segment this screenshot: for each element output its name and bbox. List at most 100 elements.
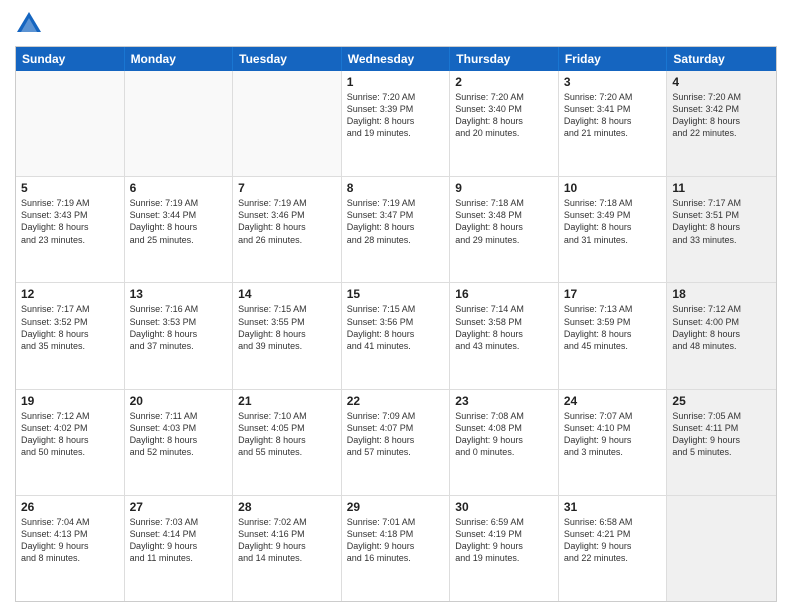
calendar-cell-3-4: 23Sunrise: 7:08 AM Sunset: 4:08 PM Dayli… bbox=[450, 390, 559, 495]
day-number: 18 bbox=[672, 287, 771, 301]
day-number: 10 bbox=[564, 181, 662, 195]
cell-info: Sunrise: 7:04 AM Sunset: 4:13 PM Dayligh… bbox=[21, 516, 119, 565]
cell-info: Sunrise: 7:19 AM Sunset: 3:44 PM Dayligh… bbox=[130, 197, 228, 246]
cell-info: Sunrise: 7:20 AM Sunset: 3:41 PM Dayligh… bbox=[564, 91, 662, 140]
cell-info: Sunrise: 7:20 AM Sunset: 3:42 PM Dayligh… bbox=[672, 91, 771, 140]
day-number: 12 bbox=[21, 287, 119, 301]
day-number: 26 bbox=[21, 500, 119, 514]
calendar-cell-3-3: 22Sunrise: 7:09 AM Sunset: 4:07 PM Dayli… bbox=[342, 390, 451, 495]
calendar-cell-0-6: 4Sunrise: 7:20 AM Sunset: 3:42 PM Daylig… bbox=[667, 71, 776, 176]
calendar-row-3: 19 Sunrise: 7:12 AM Sunset: 4:02 PM Dayli… bbox=[16, 390, 776, 496]
day-number: 5 bbox=[21, 181, 119, 195]
day-number: 28 bbox=[238, 500, 336, 514]
cell-info: Sunrise: 7:12 AM Sunset: 4:00 PM Dayligh… bbox=[672, 303, 771, 352]
day-number: 17 bbox=[564, 287, 662, 301]
header-wednesday: Wednesday bbox=[342, 47, 451, 71]
cell-info: Sunrise: 7:17 AM Sunset: 3:52 PM Dayligh… bbox=[21, 303, 119, 352]
cell-info: Sunrise: 7:10 AM Sunset: 4:05 PM Dayligh… bbox=[238, 410, 336, 459]
calendar-cell-4-2: 28 Sunrise: 7:02 AM Sunset: 4:16 PM Dayli… bbox=[233, 496, 342, 601]
calendar-cell-4-1: 27Sunrise: 7:03 AM Sunset: 4:14 PM Dayli… bbox=[125, 496, 234, 601]
calendar-cell-0-3: 1 Sunrise: 7:20 AM Sunset: 3:39 PM Daylig… bbox=[342, 71, 451, 176]
day-number: 22 bbox=[347, 394, 445, 408]
calendar-row-0: 1 Sunrise: 7:20 AM Sunset: 3:39 PM Daylig… bbox=[16, 71, 776, 177]
header-sunday: Sunday bbox=[16, 47, 125, 71]
cell-info: Sunrise: 7:14 AM Sunset: 3:58 PM Dayligh… bbox=[455, 303, 553, 352]
header-saturday: Saturday bbox=[667, 47, 776, 71]
calendar-cell-1-6: 11 Sunrise: 7:17 AM Sunset: 3:51 PM Dayli… bbox=[667, 177, 776, 282]
calendar-cell-1-3: 8Sunrise: 7:19 AM Sunset: 3:47 PM Daylig… bbox=[342, 177, 451, 282]
day-number: 7 bbox=[238, 181, 336, 195]
cell-info: Sunrise: 7:12 AM Sunset: 4:02 PM Dayligh… bbox=[21, 410, 119, 459]
cell-info: Sunrise: 7:15 AM Sunset: 3:56 PM Dayligh… bbox=[347, 303, 445, 352]
calendar-cell-4-3: 29Sunrise: 7:01 AM Sunset: 4:18 PM Dayli… bbox=[342, 496, 451, 601]
day-number: 19 bbox=[21, 394, 119, 408]
day-number: 15 bbox=[347, 287, 445, 301]
cell-info: Sunrise: 7:17 AM Sunset: 3:51 PM Dayligh… bbox=[672, 197, 771, 246]
cell-info: Sunrise: 7:07 AM Sunset: 4:10 PM Dayligh… bbox=[564, 410, 662, 459]
calendar-cell-2-6: 18 Sunrise: 7:12 AM Sunset: 4:00 PM Dayli… bbox=[667, 283, 776, 388]
cell-info: Sunrise: 6:59 AM Sunset: 4:19 PM Dayligh… bbox=[455, 516, 553, 565]
calendar-cell-2-2: 14 Sunrise: 7:15 AM Sunset: 3:55 PM Dayli… bbox=[233, 283, 342, 388]
day-number: 25 bbox=[672, 394, 771, 408]
day-number: 1 bbox=[347, 75, 445, 89]
calendar-cell-1-4: 9Sunrise: 7:18 AM Sunset: 3:48 PM Daylig… bbox=[450, 177, 559, 282]
page-header bbox=[15, 10, 777, 38]
day-number: 20 bbox=[130, 394, 228, 408]
calendar-cell-4-0: 26 Sunrise: 7:04 AM Sunset: 4:13 PM Dayli… bbox=[16, 496, 125, 601]
cell-info: Sunrise: 7:05 AM Sunset: 4:11 PM Dayligh… bbox=[672, 410, 771, 459]
calendar-cell-3-6: 25 Sunrise: 7:05 AM Sunset: 4:11 PM Dayli… bbox=[667, 390, 776, 495]
calendar-row-4: 26 Sunrise: 7:04 AM Sunset: 4:13 PM Dayli… bbox=[16, 496, 776, 601]
calendar-cell-0-4: 2 Sunrise: 7:20 AM Sunset: 3:40 PM Daylig… bbox=[450, 71, 559, 176]
day-number: 23 bbox=[455, 394, 553, 408]
calendar-cell-3-5: 24 Sunrise: 7:07 AM Sunset: 4:10 PM Dayli… bbox=[559, 390, 668, 495]
calendar-cell-2-5: 17 Sunrise: 7:13 AM Sunset: 3:59 PM Dayli… bbox=[559, 283, 668, 388]
logo bbox=[15, 10, 45, 38]
calendar-row-1: 5 Sunrise: 7:19 AM Sunset: 3:43 PM Daylig… bbox=[16, 177, 776, 283]
day-number: 29 bbox=[347, 500, 445, 514]
cell-info: Sunrise: 7:13 AM Sunset: 3:59 PM Dayligh… bbox=[564, 303, 662, 352]
day-number: 30 bbox=[455, 500, 553, 514]
calendar-cell-3-0: 19 Sunrise: 7:12 AM Sunset: 4:02 PM Dayli… bbox=[16, 390, 125, 495]
header-thursday: Thursday bbox=[450, 47, 559, 71]
calendar-cell-2-3: 15 Sunrise: 7:15 AM Sunset: 3:56 PM Dayli… bbox=[342, 283, 451, 388]
calendar-cell-1-5: 10 Sunrise: 7:18 AM Sunset: 3:49 PM Dayli… bbox=[559, 177, 668, 282]
calendar-header: SundayMondayTuesdayWednesdayThursdayFrid… bbox=[16, 47, 776, 71]
cell-info: Sunrise: 7:20 AM Sunset: 3:39 PM Dayligh… bbox=[347, 91, 445, 140]
day-number: 24 bbox=[564, 394, 662, 408]
day-number: 31 bbox=[564, 500, 662, 514]
calendar-cell-4-5: 31 Sunrise: 6:58 AM Sunset: 4:21 PM Dayli… bbox=[559, 496, 668, 601]
calendar-cell-2-1: 13 Sunrise: 7:16 AM Sunset: 3:53 PM Dayli… bbox=[125, 283, 234, 388]
calendar-row-2: 12 Sunrise: 7:17 AM Sunset: 3:52 PM Dayli… bbox=[16, 283, 776, 389]
cell-info: Sunrise: 6:58 AM Sunset: 4:21 PM Dayligh… bbox=[564, 516, 662, 565]
calendar-cell-1-1: 6 Sunrise: 7:19 AM Sunset: 3:44 PM Daylig… bbox=[125, 177, 234, 282]
calendar: SundayMondayTuesdayWednesdayThursdayFrid… bbox=[15, 46, 777, 602]
day-number: 6 bbox=[130, 181, 228, 195]
calendar-cell-0-1 bbox=[125, 71, 234, 176]
calendar-cell-2-0: 12 Sunrise: 7:17 AM Sunset: 3:52 PM Dayli… bbox=[16, 283, 125, 388]
day-number: 14 bbox=[238, 287, 336, 301]
calendar-cell-1-0: 5 Sunrise: 7:19 AM Sunset: 3:43 PM Daylig… bbox=[16, 177, 125, 282]
cell-info: Sunrise: 7:11 AM Sunset: 4:03 PM Dayligh… bbox=[130, 410, 228, 459]
day-number: 13 bbox=[130, 287, 228, 301]
day-number: 9 bbox=[455, 181, 553, 195]
header-tuesday: Tuesday bbox=[233, 47, 342, 71]
cell-info: Sunrise: 7:16 AM Sunset: 3:53 PM Dayligh… bbox=[130, 303, 228, 352]
header-monday: Monday bbox=[125, 47, 234, 71]
calendar-cell-3-2: 21Sunrise: 7:10 AM Sunset: 4:05 PM Dayli… bbox=[233, 390, 342, 495]
day-number: 16 bbox=[455, 287, 553, 301]
cell-info: Sunrise: 7:02 AM Sunset: 4:16 PM Dayligh… bbox=[238, 516, 336, 565]
calendar-body: 1 Sunrise: 7:20 AM Sunset: 3:39 PM Daylig… bbox=[16, 71, 776, 601]
calendar-cell-4-4: 30 Sunrise: 6:59 AM Sunset: 4:19 PM Dayli… bbox=[450, 496, 559, 601]
cell-info: Sunrise: 7:19 AM Sunset: 3:47 PM Dayligh… bbox=[347, 197, 445, 246]
day-number: 2 bbox=[455, 75, 553, 89]
cell-info: Sunrise: 7:15 AM Sunset: 3:55 PM Dayligh… bbox=[238, 303, 336, 352]
day-number: 11 bbox=[672, 181, 771, 195]
cell-info: Sunrise: 7:18 AM Sunset: 3:49 PM Dayligh… bbox=[564, 197, 662, 246]
calendar-cell-4-6 bbox=[667, 496, 776, 601]
calendar-cell-2-4: 16 Sunrise: 7:14 AM Sunset: 3:58 PM Dayli… bbox=[450, 283, 559, 388]
day-number: 27 bbox=[130, 500, 228, 514]
cell-info: Sunrise: 7:19 AM Sunset: 3:43 PM Dayligh… bbox=[21, 197, 119, 246]
cell-info: Sunrise: 7:20 AM Sunset: 3:40 PM Dayligh… bbox=[455, 91, 553, 140]
header-friday: Friday bbox=[559, 47, 668, 71]
logo-icon bbox=[15, 10, 43, 38]
